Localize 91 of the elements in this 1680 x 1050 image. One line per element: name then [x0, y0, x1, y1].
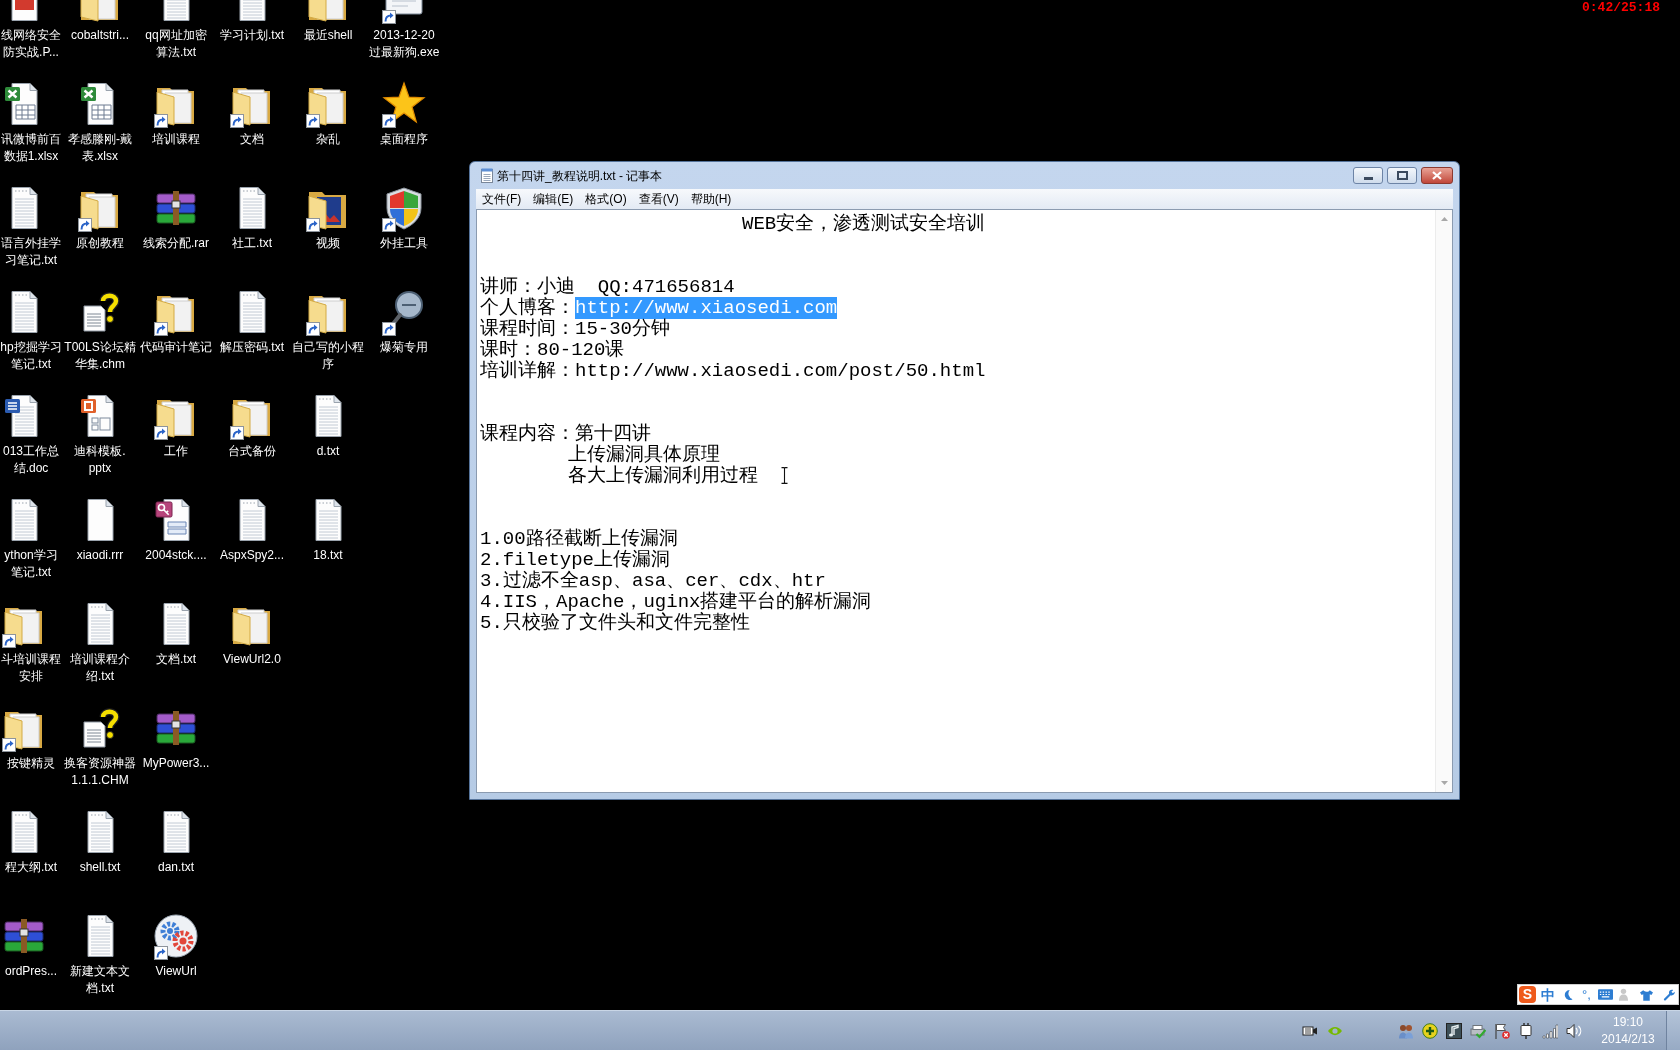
icon-label[interactable]: 孝感滕刚-戴表.xlsx: [64, 131, 136, 165]
icon-label[interactable]: 文档.txt: [156, 651, 196, 668]
icon-label[interactable]: MyPower3...: [142, 755, 210, 772]
text-line: 个人博客：: [480, 297, 575, 319]
icon-label[interactable]: 程大纲.txt: [5, 859, 57, 876]
menu-item[interactable]: 帮助(H): [684, 189, 738, 209]
menu-item[interactable]: 文件(F): [476, 189, 528, 209]
icon-label[interactable]: ordPres...: [4, 963, 57, 980]
menu-item[interactable]: 编辑(E): [527, 189, 580, 209]
icon-label[interactable]: 线网络安全防实战.P...: [0, 27, 62, 61]
icon-label[interactable]: 爆菊专用: [380, 339, 428, 356]
icon-label[interactable]: shell.txt: [79, 859, 121, 876]
icon-label[interactable]: 013工作总结.doc: [0, 443, 62, 477]
icon-label[interactable]: 自己写的小程序: [292, 339, 364, 373]
close-icon: [1432, 171, 1442, 180]
text-line: WEB安全，渗透测试安全培训: [742, 213, 986, 235]
menu-item[interactable]: 格式(O): [579, 189, 633, 209]
window-title: 第十四讲_教程说明.txt - 记事本: [497, 168, 663, 183]
icon-label[interactable]: T00LS论坛精华集.chm: [64, 339, 136, 373]
icon-label[interactable]: 2013-12-20过最新狗.exe: [368, 27, 440, 61]
close-button[interactable]: [1421, 167, 1453, 184]
icon-label[interactable]: cobaltstri...: [70, 27, 129, 44]
icon-label[interactable]: 按键精灵: [7, 755, 55, 772]
recording-timer: 0:42/25:18: [1582, 1, 1660, 14]
icon-label[interactable]: 迪科模板.pptx: [64, 443, 136, 477]
icon-label[interactable]: 台式备份: [228, 443, 276, 460]
text-line: 课时：80-120课: [480, 339, 625, 361]
signal-bars-icon[interactable]: [1542, 1022, 1558, 1039]
icon-label[interactable]: 工作: [164, 443, 188, 460]
speaker-icon[interactable]: [1566, 1022, 1582, 1039]
text-line: 1.00路径截断上传漏洞: [480, 528, 678, 550]
icon-label[interactable]: 语言外挂学习笔记.txt: [0, 235, 62, 269]
punctuation-toggle[interactable]: °,: [1582, 987, 1591, 1002]
icon-label[interactable]: 文档: [240, 131, 264, 148]
text-line: 各大上传漏洞利用过程: [568, 465, 758, 487]
text-cursor-icon: [781, 467, 788, 484]
keyboard-icon[interactable]: [1597, 989, 1613, 1000]
moon-icon[interactable]: [1563, 988, 1573, 1001]
icon-label[interactable]: 培训课程介绍.txt: [64, 651, 136, 685]
icon-label[interactable]: 代码审计笔记: [140, 339, 212, 356]
maximize-icon: [1396, 171, 1408, 180]
power-plug-icon[interactable]: [1518, 1022, 1534, 1039]
shirt-icon[interactable]: [1639, 988, 1653, 1001]
icon-label[interactable]: AspxSpy2...: [219, 547, 285, 564]
icon-label[interactable]: qq网址加密算法.txt: [140, 27, 212, 61]
text-line: 课程内容：第十四讲: [480, 423, 651, 445]
icon-label[interactable]: 视频: [316, 235, 340, 252]
icon-label[interactable]: 外挂工具: [380, 235, 428, 252]
icon-label[interactable]: 换客资源神器1.1.1.CHM: [64, 755, 136, 789]
icon-label[interactable]: dan.txt: [158, 859, 194, 876]
icon-label[interactable]: 斗培训课程安排: [0, 651, 62, 685]
icon-label[interactable]: 社工.txt: [232, 235, 272, 252]
icon-label[interactable]: 讯微博前百数据1.xlsx: [0, 131, 62, 165]
icon-label[interactable]: ViewUrl2.0: [223, 651, 281, 668]
people-icon[interactable]: [1398, 1022, 1414, 1039]
icon-label[interactable]: 2004stck....: [145, 547, 207, 564]
text-line: 5.只校验了文件头和文件完整性: [480, 612, 750, 634]
selected-text: http://www.xiaosedi.com: [575, 297, 838, 319]
flag-icon[interactable]: [1494, 1022, 1510, 1039]
icon-label[interactable]: d.txt: [316, 443, 340, 460]
text-line: 培训详解：http://www.xiaosedi.com/post/50.html: [480, 360, 986, 382]
icon-label[interactable]: xiaodi.rrr: [76, 547, 124, 564]
music-note-icon[interactable]: [1446, 1022, 1462, 1039]
plus-circle-icon[interactable]: [1422, 1022, 1438, 1039]
printer-check-icon[interactable]: [1470, 1022, 1486, 1039]
icon-label[interactable]: 新建文本文档.txt: [64, 963, 136, 997]
gears-icon[interactable]: [152, 912, 200, 960]
icon-label[interactable]: 学习计划.txt: [220, 27, 284, 44]
icon-label[interactable]: hp挖掘学习笔记.txt: [0, 339, 62, 373]
icon-label[interactable]: 培训课程: [152, 131, 200, 148]
icon-label[interactable]: 18.txt: [313, 547, 343, 564]
menu-item[interactable]: 查看(V): [632, 189, 685, 209]
notepad-icon[interactable]: [481, 168, 493, 183]
wrench-icon[interactable]: [1662, 988, 1675, 1001]
icon-label[interactable]: 解压密码.txt: [220, 339, 284, 356]
text-line: 2.filetype上传漏洞: [480, 549, 671, 571]
icon-label[interactable]: 线索分配.rar: [143, 235, 209, 252]
icon-label[interactable]: ython学习笔记.txt: [0, 547, 62, 581]
input-mode-toggle[interactable]: 中: [1541, 986, 1555, 1003]
minimize-icon: [1363, 176, 1373, 180]
icon-label[interactable]: ViewUrl: [155, 963, 197, 980]
text-line: 上传漏洞具体原理: [568, 444, 720, 466]
icon-label[interactable]: 杂乱: [316, 131, 340, 148]
minimize-button[interactable]: [1353, 167, 1383, 184]
text-line: 讲师：小迪 QQ:471656814: [480, 276, 735, 298]
text-line: 3.过滤不全asp、asa、cer、cdx、htr: [480, 570, 826, 592]
icon-label[interactable]: 原创教程: [76, 235, 124, 252]
maximize-button[interactable]: [1387, 167, 1417, 184]
icon-label[interactable]: 最近shell: [303, 27, 353, 44]
icon-label[interactable]: 桌面程序: [380, 131, 428, 148]
text-line: 课程时间：15-30分钟: [480, 318, 670, 340]
